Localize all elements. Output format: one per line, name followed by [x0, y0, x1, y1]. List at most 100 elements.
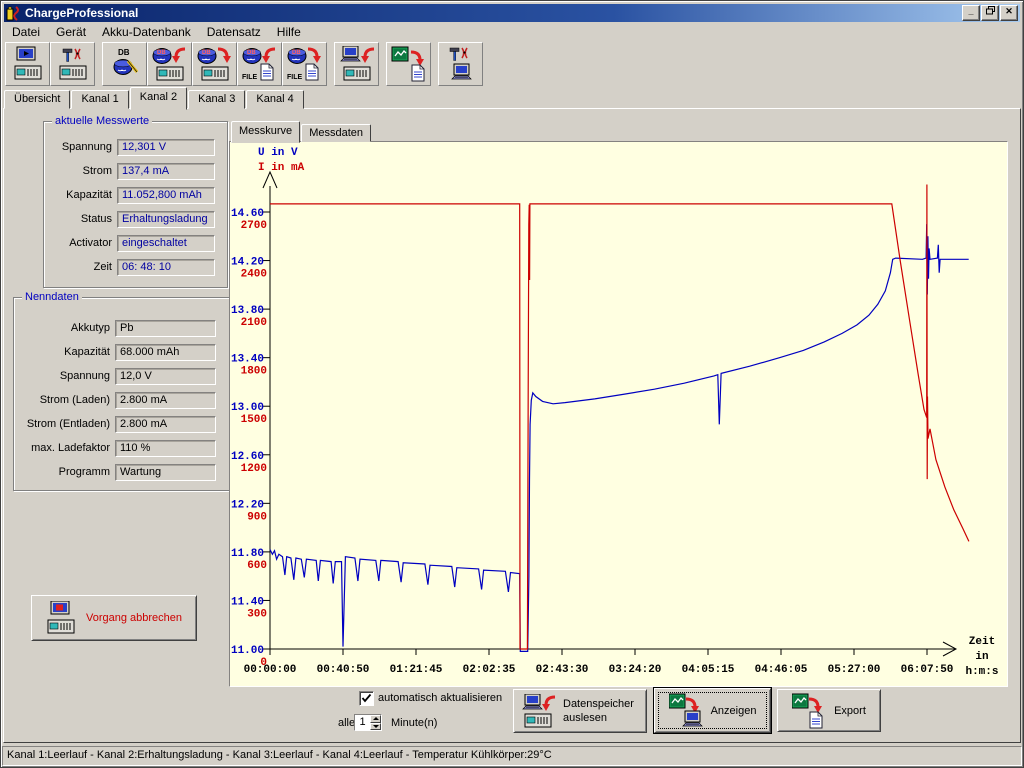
view-tab-bar: Messkurve Messdaten [231, 121, 372, 142]
svg-text:11.80: 11.80 [231, 548, 264, 560]
checkmark-icon [361, 693, 372, 704]
field-label: Status [44, 213, 112, 225]
svg-text:300: 300 [247, 608, 267, 620]
read-device-memory-button[interactable] [334, 42, 379, 86]
monitor-play-device-icon [9, 46, 47, 82]
svg-text:Zeit: Zeit [969, 636, 995, 648]
svg-text:06:07:50: 06:07:50 [901, 664, 954, 676]
field-label: Strom (Entladen) [14, 418, 110, 430]
nenn-kapazitaet-field: 68.000 mAh [115, 344, 216, 361]
service-button[interactable] [438, 42, 483, 86]
database-import-file-button[interactable]: DB FILE [237, 42, 282, 86]
menu-bar: Datei Gerät Akku-Datenbank Datensatz Hil… [4, 23, 1020, 41]
svg-text:2400: 2400 [241, 269, 267, 281]
menu-datensatz[interactable]: Datensatz [199, 24, 269, 40]
field-label: max. Ladefaktor [14, 442, 110, 454]
svg-text:1200: 1200 [241, 463, 267, 475]
field-label: Akkutyp [14, 322, 110, 334]
export-button-label: Export [834, 705, 866, 717]
database-export-file-button[interactable]: DB FILE [282, 42, 327, 86]
spannung-field: 12,301 V [117, 139, 215, 156]
activator-field: eingeschaltet [117, 235, 215, 252]
messwerte-title: aktuelle Messwerte [52, 115, 152, 127]
title-bar[interactable]: ChargeProfessional _ ✕ [4, 4, 1020, 22]
akku-database-button[interactable]: DB [102, 42, 147, 86]
svg-text:04:05:15: 04:05:15 [682, 664, 735, 676]
menu-geraet[interactable]: Gerät [48, 24, 94, 40]
app-window: ChargeProfessional _ ✕ Datei Gerät Akku-… [0, 0, 1024, 768]
auto-update-checkbox[interactable] [359, 691, 374, 706]
chart-to-file-button[interactable] [386, 42, 431, 86]
svg-text:00:00:00: 00:00:00 [244, 664, 297, 676]
device-settings-button[interactable] [50, 42, 95, 86]
nenndaten-group: Nenndaten AkkutypPb Kapazität68.000 mAh … [13, 297, 233, 491]
spinner-down-button[interactable] [370, 723, 381, 731]
minimize-button[interactable]: _ [962, 5, 980, 21]
menu-hilfe[interactable]: Hilfe [269, 24, 309, 40]
field-label: Strom [44, 165, 112, 177]
tab-messdaten[interactable]: Messdaten [301, 124, 371, 142]
field-label: Programm [14, 466, 110, 478]
svg-text:13.80: 13.80 [231, 305, 264, 317]
restore-icon [986, 6, 995, 15]
window-title: ChargeProfessional [25, 6, 138, 20]
status-text: Kanal 1:Leerlauf - Kanal 2:Erhaltungslad… [7, 749, 552, 761]
svg-text:DB: DB [247, 50, 256, 56]
interval-spinner[interactable]: 1 [354, 714, 382, 731]
interval-value[interactable]: 1 [355, 715, 370, 730]
svg-text:00:40:50: 00:40:50 [317, 664, 370, 676]
svg-text:13.40: 13.40 [231, 354, 264, 366]
device-to-database-button[interactable]: DB [192, 42, 237, 86]
chart-arrow-file-icon [390, 46, 428, 82]
database-to-device-button[interactable]: DB [147, 42, 192, 86]
svg-text:1500: 1500 [241, 414, 267, 426]
svg-text:U in V: U in V [258, 147, 298, 159]
show-button[interactable]: Anzeigen [654, 688, 771, 733]
field-label: Activator [44, 237, 112, 249]
svg-text:I in mA: I in mA [258, 162, 305, 174]
zeit-field: 06: 48: 10 [117, 259, 215, 276]
svg-text:14.20: 14.20 [231, 257, 264, 269]
svg-text:2100: 2100 [241, 317, 267, 329]
field-label: Strom (Laden) [14, 394, 110, 406]
abort-button-label: Vorgang abbrechen [86, 612, 182, 624]
export-button[interactable]: Export [777, 689, 881, 732]
auto-update-label: automatisch aktualisieren [378, 692, 502, 704]
svg-text:DB: DB [292, 50, 301, 56]
restore-button[interactable] [981, 5, 999, 21]
start-measurement-button[interactable] [5, 42, 50, 86]
svg-text:2700: 2700 [241, 220, 267, 232]
field-label: Zeit [44, 261, 112, 273]
tab-messkurve[interactable]: Messkurve [231, 121, 300, 143]
svg-text:03:24:20: 03:24:20 [609, 664, 662, 676]
menu-datei[interactable]: Datei [4, 24, 48, 40]
field-label: Spannung [44, 141, 112, 153]
strom-entladen-field: 2.800 mA [115, 416, 216, 433]
computer-arrow-device-icon [338, 46, 376, 82]
interval-suffix-label: Minute(n) [391, 717, 437, 729]
status-bar: Kanal 1:Leerlauf - Kanal 2:Erhaltungslad… [2, 746, 1022, 766]
abort-process-button[interactable]: Vorgang abbrechen [31, 595, 197, 641]
svg-text:FILE: FILE [242, 74, 257, 81]
tab-kanal-1[interactable]: Kanal 1 [71, 90, 128, 109]
svg-text:02:02:35: 02:02:35 [463, 664, 516, 676]
tab-kanal-2[interactable]: Kanal 2 [130, 87, 187, 110]
tab-kanal-4[interactable]: Kanal 4 [246, 90, 303, 109]
read-datastore-label: Datenspeicher auslesen [563, 697, 643, 725]
svg-text:DB: DB [118, 48, 130, 57]
status-field: Erhaltungsladung [117, 211, 215, 228]
triangle-up-icon [373, 717, 379, 720]
db-arrow-file-icon: DB FILE [241, 46, 279, 82]
tab-uebersicht[interactable]: Übersicht [4, 90, 70, 109]
close-button[interactable]: ✕ [1000, 5, 1018, 21]
strom-field: 137,4 mA [117, 163, 215, 180]
computer-arrow-device-icon [522, 694, 556, 728]
tab-kanal-3[interactable]: Kanal 3 [188, 90, 245, 109]
menu-akku-datenbank[interactable]: Akku-Datenbank [94, 24, 199, 40]
channel-tab-bar: Übersicht Kanal 1 Kanal 2 Kanal 3 Kanal … [4, 87, 305, 109]
read-datastore-button[interactable]: Datenspeicher auslesen [513, 689, 647, 733]
chart-arrow-file-icon [792, 693, 828, 729]
spinner-up-button[interactable] [370, 715, 381, 723]
db-arrow-device-icon: DB [151, 46, 189, 82]
db-arrow-device-icon: DB [196, 46, 234, 82]
